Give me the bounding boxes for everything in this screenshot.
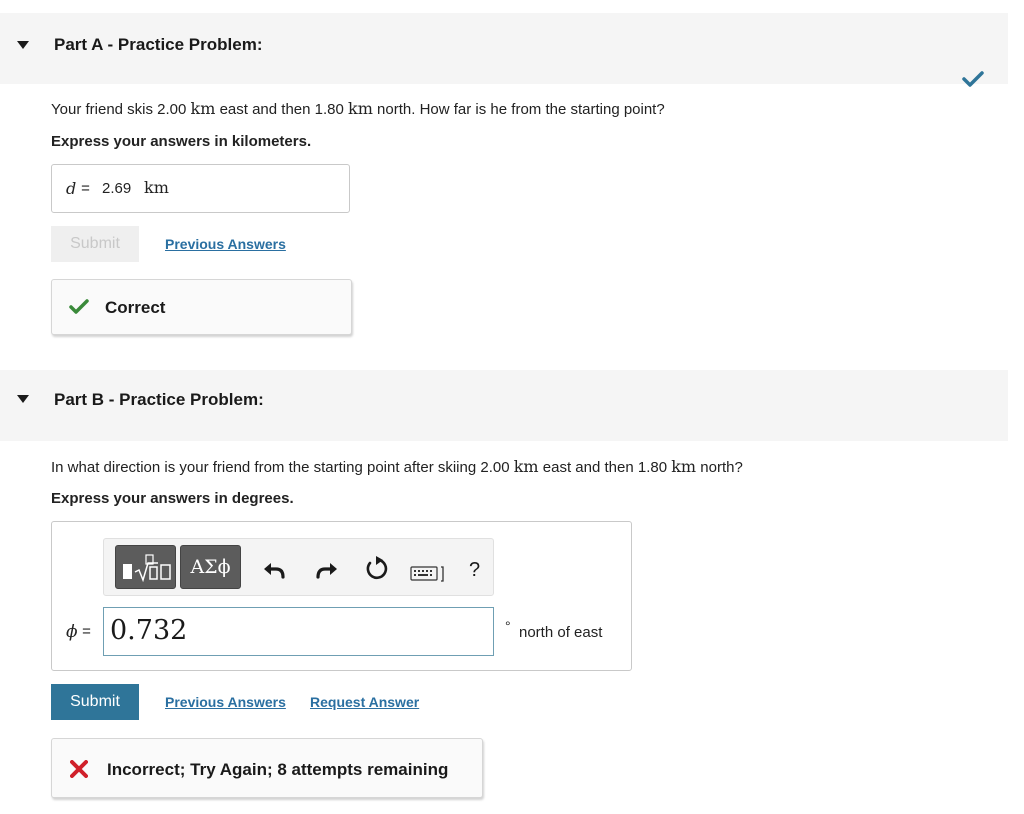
part-b-answer-panel: ΑΣϕ ? ϕ = 0.732 ° north of east [51, 521, 632, 671]
part-a-answer-variable: d [66, 179, 77, 198]
part-b-header[interactable]: Part B - Practice Problem: [0, 370, 1008, 441]
part-b-unit-text: north of east [519, 624, 603, 641]
collapse-caret-icon[interactable] [17, 41, 29, 49]
square-block-icon [123, 564, 132, 579]
part-b-answer-equals: = [78, 623, 91, 640]
part-a-header[interactable]: Part A - Practice Problem: [0, 13, 1008, 84]
part-a-feedback-correct: Correct [51, 279, 352, 335]
part-a-answer-box: d = 2.69 km [51, 164, 350, 213]
radical-template-icon [134, 554, 171, 582]
part-a-answer-unit: km [144, 178, 169, 197]
part-a-feedback-text: Correct [105, 298, 166, 317]
collapse-caret-icon[interactable] [17, 395, 29, 403]
correct-check-icon [69, 299, 89, 314]
part-b-title: Part B - Practice Problem: [54, 390, 264, 409]
help-button[interactable]: ? [469, 559, 480, 582]
part-b-previous-answers-link[interactable]: Previous Answers [165, 694, 286, 710]
greek-symbols-label: ΑΣϕ [190, 556, 231, 578]
redo-icon[interactable] [312, 555, 340, 583]
part-b-request-answer-link[interactable]: Request Answer [310, 694, 419, 710]
part-b-question: In what direction is your friend from th… [51, 457, 743, 476]
part-b-answer-variable: ϕ [66, 622, 78, 642]
part-b-answer-value: 0.732 [110, 615, 188, 646]
part-b-answer-input[interactable]: 0.732 [103, 607, 494, 656]
part-a-question: Your friend skis 2.00 km east and then 1… [51, 99, 665, 118]
reset-icon[interactable] [362, 555, 390, 583]
greek-symbols-button[interactable]: ΑΣϕ [180, 545, 241, 589]
part-a-submit-button[interactable]: Submit [51, 226, 139, 262]
part-a-answer-value: 2.69 [102, 180, 132, 197]
undo-icon[interactable] [261, 555, 289, 583]
incorrect-x-icon [70, 760, 88, 778]
part-a-answer-equals: = [77, 180, 95, 197]
part-a-complete-check-icon [962, 71, 984, 87]
part-b-feedback-incorrect: Incorrect; Try Again; 8 attempts remaini… [51, 738, 483, 798]
degree-symbol: ° [505, 618, 511, 634]
part-b-feedback-text: Incorrect; Try Again; 8 attempts remaini… [107, 760, 449, 779]
part-a-title: Part A - Practice Problem: [54, 35, 263, 54]
part-b-instruction: Express your answers in degrees. [51, 490, 294, 507]
part-b-submit-button[interactable]: Submit [51, 684, 139, 720]
part-a-instruction: Express your answers in kilometers. [51, 133, 312, 150]
part-a-previous-answers-link[interactable]: Previous Answers [165, 236, 286, 252]
templates-button[interactable] [115, 545, 176, 589]
math-toolbar: ΑΣϕ ? [103, 538, 494, 596]
keyboard-icon[interactable] [410, 565, 446, 583]
